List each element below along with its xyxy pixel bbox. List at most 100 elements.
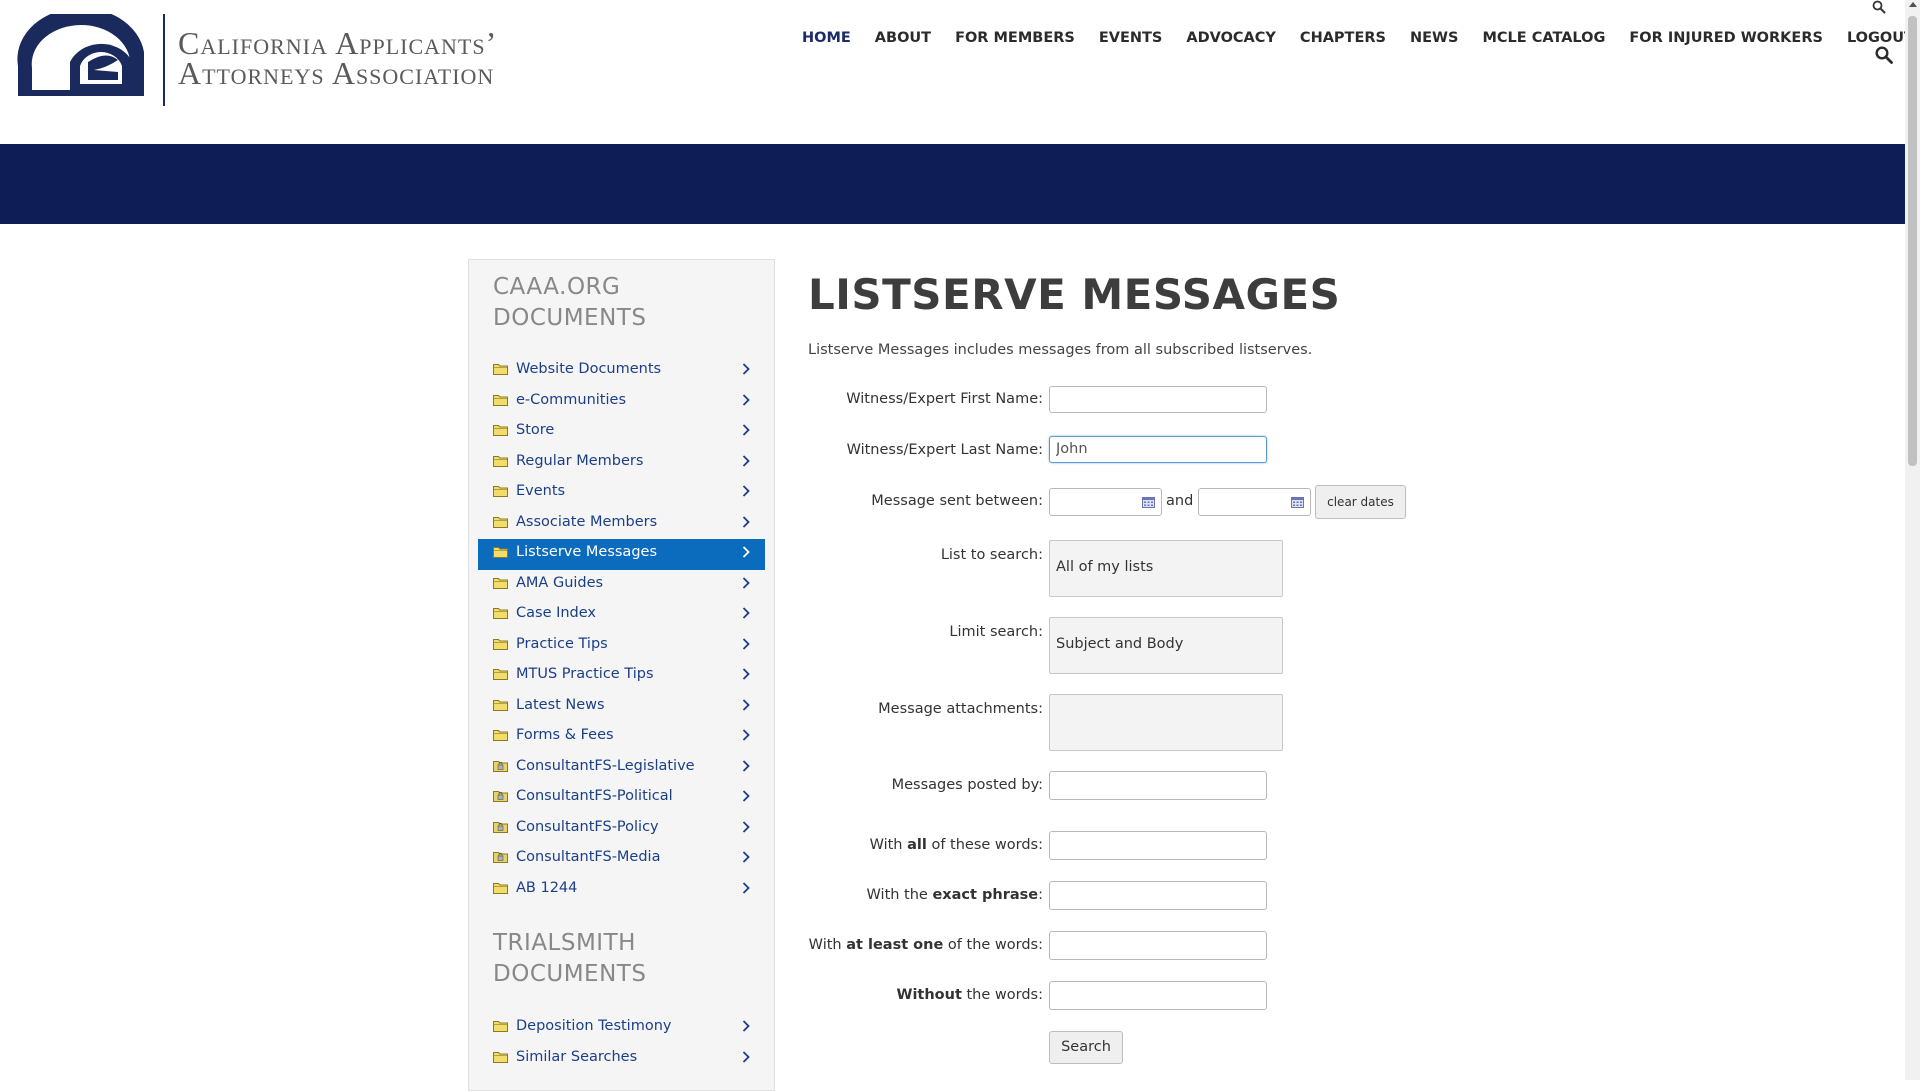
sidebar-item-ab-1244[interactable]: AB 1244 [478, 875, 765, 903]
first-name-input[interactable] [1049, 386, 1267, 413]
date-to-input[interactable] [1198, 488, 1311, 516]
exact-phrase-input[interactable] [1049, 881, 1267, 910]
calendar-icon[interactable] [1291, 497, 1304, 508]
first-name-label: Witness/Expert First Name: [846, 391, 1043, 407]
nav-chapters[interactable]: CHAPTERS [1288, 30, 1398, 46]
chevron-right-icon[interactable] [741, 362, 751, 376]
folder-icon [493, 669, 508, 680]
list-to-search-select[interactable]: All of my lists [1049, 540, 1283, 597]
scroll-up-arrow-icon[interactable] [1909, 2, 1917, 7]
folder-icon [493, 577, 508, 589]
locked-folder-icon [493, 852, 508, 863]
chevron-right-icon[interactable] [741, 850, 751, 864]
sidebar-item-consultantfs-policy[interactable]: ConsultantFS-Policy [478, 814, 765, 845]
chevron-right-icon[interactable] [741, 728, 751, 742]
sidebar-item-label: Similar Searches [516, 1048, 638, 1065]
sidebar-item-label: Latest News [516, 696, 605, 713]
chevron-right-icon[interactable] [741, 606, 751, 620]
folder-icon [493, 638, 508, 650]
sidebar-item-label: AMA Guides [516, 574, 604, 591]
chevron-right-icon[interactable] [741, 1019, 751, 1033]
sidebar-item-regular-members[interactable]: Regular Members [478, 448, 765, 479]
search-button[interactable]: Search [1049, 1031, 1123, 1064]
nav-for-members[interactable]: FOR MEMBERS [943, 30, 1087, 46]
search-icon[interactable] [1872, 0, 1886, 14]
last-name-label: Witness/Expert Last Name: [846, 442, 1043, 458]
chevron-right-icon[interactable] [741, 881, 751, 895]
chevron-right-icon[interactable] [741, 759, 751, 773]
sidebar-item-case-index[interactable]: Case Index [478, 600, 765, 631]
trialsmith-documents-list: Deposition Testimony Similar Searches [478, 1013, 765, 1071]
nav-advocacy[interactable]: ADVOCACY [1174, 30, 1288, 46]
sidebar-item-associate-members[interactable]: Associate Members [478, 509, 765, 540]
folder-icon [493, 364, 508, 375]
chevron-right-icon[interactable] [741, 454, 751, 468]
date-from-input[interactable] [1049, 488, 1162, 516]
last-name-input[interactable] [1049, 436, 1267, 463]
sidebar-heading-trialsmith: TRIALSMITH DOCUMENTS [493, 928, 646, 990]
label-text: With [869, 837, 908, 853]
chevron-right-icon[interactable] [741, 484, 751, 498]
sidebar-item-events[interactable]: Events [478, 478, 765, 509]
sidebar-item-forms-fees[interactable]: Forms & Fees [478, 722, 765, 753]
folder-icon [493, 730, 508, 741]
nav-events[interactable]: EVENTS [1087, 30, 1175, 46]
chevron-right-icon[interactable] [741, 820, 751, 834]
nav-about[interactable]: ABOUT [863, 30, 943, 46]
sidebar-item-website-documents[interactable]: Website Documents [478, 356, 765, 387]
site-search-icon[interactable] [1875, 46, 1893, 64]
label-text: With [808, 937, 847, 953]
label-emphasis: Without [896, 987, 962, 1003]
nav-for-injured-workers[interactable]: FOR INJURED WORKERS [1617, 30, 1835, 46]
sidebar-item-label: Forms & Fees [516, 727, 614, 743]
list-to-search-label: List to search: [940, 547, 1043, 563]
sidebar-item-label: ConsultantFS-Policy [516, 818, 659, 835]
brand-line-2: Attorneys Association [178, 55, 495, 91]
without-words-input[interactable] [1049, 981, 1267, 1010]
at-least-one-input[interactable] [1049, 931, 1267, 960]
sidebar-item-listserve-messages[interactable]: Listserve Messages [478, 539, 765, 570]
sidebar-item-label: Practice Tips [516, 635, 608, 652]
chevron-right-icon[interactable] [741, 698, 751, 712]
sidebar-item-latest-news[interactable]: Latest News [478, 692, 765, 723]
all-words-input[interactable] [1049, 831, 1267, 860]
nav-home[interactable]: HOME [790, 30, 863, 46]
nav-news[interactable]: NEWS [1398, 30, 1470, 46]
chevron-right-icon[interactable] [741, 393, 751, 407]
sidebar-item-e-communities[interactable]: e-Communities [478, 387, 765, 418]
sidebar-item-deposition-testimony[interactable]: Deposition Testimony [478, 1013, 765, 1044]
limit-search-select[interactable]: Subject and Body [1049, 617, 1283, 674]
clear-dates-button[interactable]: clear dates [1315, 485, 1406, 519]
caaa-logo-icon [17, 14, 144, 96]
sidebar-item-mtus-practice-tips[interactable]: MTUS Practice Tips [478, 661, 765, 692]
posted-by-input[interactable] [1049, 771, 1267, 800]
chevron-right-icon[interactable] [741, 576, 751, 590]
site-logo[interactable]: California Applicants’ Attorneys Associa… [14, 14, 544, 106]
sidebar-item-store[interactable]: Store [478, 417, 765, 448]
chevron-right-icon[interactable] [741, 1050, 751, 1064]
folder-icon [493, 516, 508, 528]
chevron-right-icon[interactable] [741, 789, 751, 803]
label-text: With the [866, 887, 933, 903]
attachments-select[interactable] [1049, 694, 1283, 751]
sidebar-item-practice-tips[interactable]: Practice Tips [478, 631, 765, 662]
calendar-icon[interactable] [1142, 497, 1155, 508]
chevron-right-icon[interactable] [741, 667, 751, 681]
folder-icon [493, 882, 508, 894]
chevron-right-icon[interactable] [741, 423, 751, 437]
sidebar-item-consultantfs-media[interactable]: ConsultantFS-Media [478, 844, 765, 875]
chevron-right-icon[interactable] [741, 637, 751, 651]
nav-mcle-catalog[interactable]: MCLE CATALOG [1470, 30, 1617, 46]
sidebar-item-ama-guides[interactable]: AMA Guides [478, 570, 765, 601]
folder-icon [493, 699, 508, 711]
sidebar-item-consultantfs-political[interactable]: ConsultantFS-Political [478, 783, 765, 814]
page-title: LISTSERVE MESSAGES [808, 270, 1341, 319]
sidebar-item-consultantfs-legislative[interactable]: ConsultantFS-Legislative [478, 753, 765, 784]
sidebar-item-label: ConsultantFS-Media [516, 849, 661, 865]
scrollbar-thumb[interactable] [1908, 16, 1917, 466]
sidebar-item-similar-searches[interactable]: Similar Searches [478, 1044, 765, 1072]
chevron-right-icon[interactable] [741, 515, 751, 529]
folder-icon [493, 394, 508, 406]
brand-name: California Applicants’ Attorneys Associa… [178, 27, 497, 91]
chevron-right-icon[interactable] [741, 545, 751, 559]
